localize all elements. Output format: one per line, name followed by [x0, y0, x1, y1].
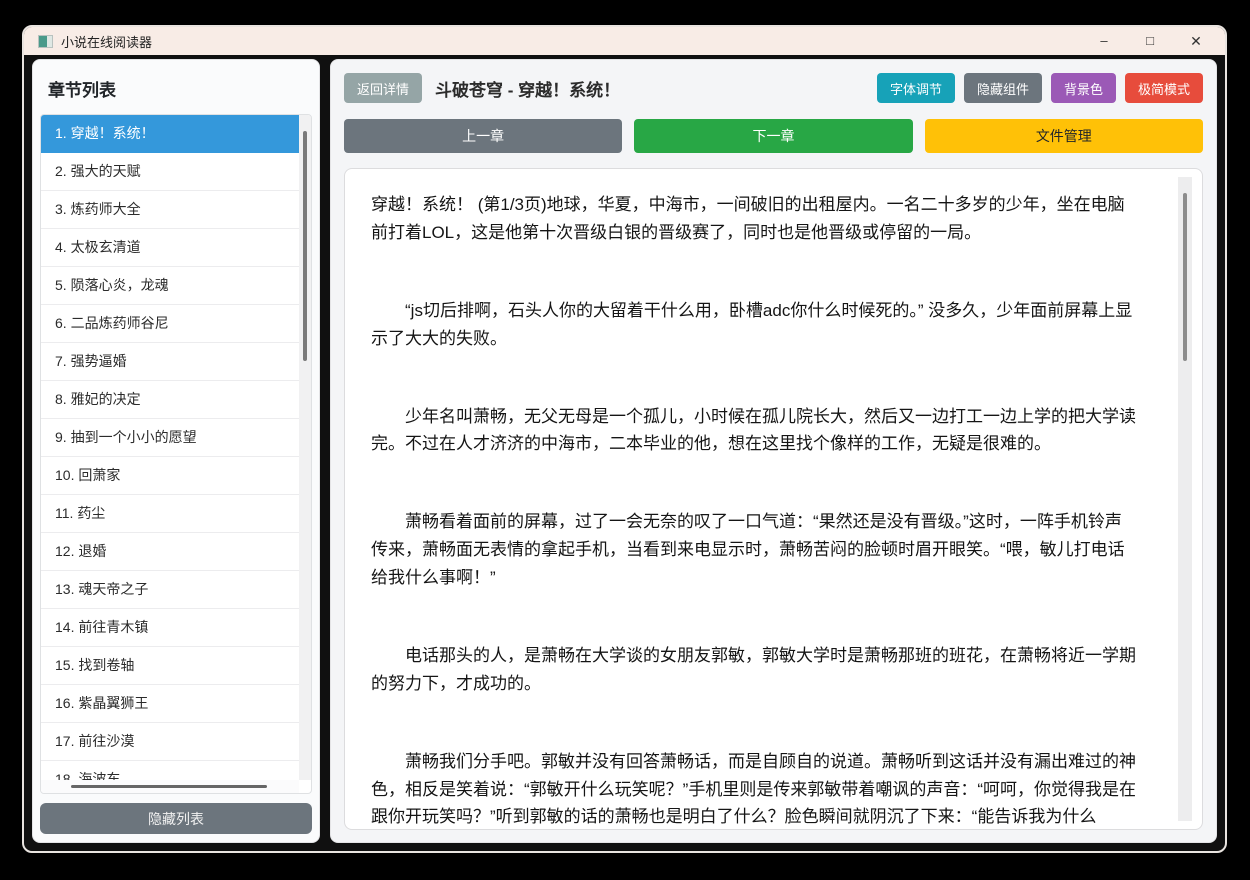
scrollbar-thumb[interactable] — [303, 131, 307, 361]
chapter-item[interactable]: 2. 强大的天赋 — [41, 153, 299, 191]
maximize-button[interactable]: □ — [1127, 27, 1173, 55]
chapter-sidebar: 章节列表 1. 穿越！系统！ 2. 强大的天赋 3. 炼药师大全 4. 太极玄清… — [32, 59, 320, 843]
chapter-paragraph: “js切后排啊，石头人你的大留着干什么用，卧槽adc你什么时候死的。” 没多久，… — [371, 300, 1133, 348]
chapter-text-content: 穿越！系统！ (第1/3页)地球，华夏，中海市，一间破旧的出租屋内。一名二十多岁… — [345, 169, 1202, 829]
chapter-item[interactable]: 11. 药尘 — [41, 495, 299, 533]
chapter-item[interactable]: 10. 回萧家 — [41, 457, 299, 495]
window-controls: – □ ✕ — [1081, 27, 1225, 55]
chapter-item[interactable]: 17. 前往沙漠 — [41, 723, 299, 761]
chapter-paragraph: 萧畅看着面前的屏幕，过了一会无奈的叹了一口气道：“果然还是没有晋级。”这时，一阵… — [371, 512, 1125, 587]
chapter-list-horizontal-scrollbar[interactable] — [41, 780, 299, 793]
background-color-button[interactable]: 背景色 — [1050, 73, 1116, 103]
reader-panel: 返回详情 斗破苍穹 - 穿越！系统！ 字体调节 隐藏组件 背景色 极简模式 上一… — [330, 59, 1217, 843]
chapter-item[interactable]: 3. 炼药师大全 — [41, 191, 299, 229]
chapter-item[interactable]: 1. 穿越！系统！ — [41, 115, 299, 153]
back-to-details-button[interactable]: 返回详情 — [344, 73, 423, 103]
chapter-text-area[interactable]: 穿越！系统！ (第1/3页)地球，华夏，中海市，一间破旧的出租屋内。一名二十多岁… — [344, 168, 1203, 830]
prev-chapter-button[interactable]: 上一章 — [344, 119, 623, 153]
chapter-title: 斗破苍穹 - 穿越！系统！ — [435, 80, 621, 100]
scrollbar-thumb[interactable] — [1183, 193, 1187, 361]
chapter-item[interactable]: 16. 紫晶翼狮王 — [41, 685, 299, 723]
font-adjust-button[interactable]: 字体调节 — [876, 73, 955, 103]
app-body: 章节列表 1. 穿越！系统！ 2. 强大的天赋 3. 炼药师大全 4. 太极玄清… — [24, 55, 1225, 851]
minimize-button[interactable]: – — [1081, 27, 1127, 55]
file-manager-button[interactable]: 文件管理 — [924, 119, 1203, 153]
minimal-mode-button[interactable]: 极简模式 — [1124, 73, 1203, 103]
chapter-list-vertical-scrollbar[interactable] — [299, 115, 311, 780]
chapter-paragraph: 穿越！系统！ (第1/3页)地球，华夏，中海市，一间破旧的出租屋内。一名二十多岁… — [371, 195, 1125, 242]
chapter-nav-row: 上一章 下一章 文件管理 — [344, 119, 1203, 153]
reader-toolbar: 字体调节 隐藏组件 背景色 极简模式 — [876, 73, 1203, 103]
hide-list-button[interactable]: 隐藏列表 — [40, 803, 312, 834]
chapter-paragraph: 少年名叫萧畅，无父无母是一个孤儿，小时候在孤儿院长大，然后又一边打工一边上学的把… — [371, 406, 1136, 454]
chapter-item[interactable]: 14. 前往青木镇 — [41, 609, 299, 647]
chapter-item[interactable]: 15. 找到卷轴 — [41, 647, 299, 685]
next-chapter-button[interactable]: 下一章 — [634, 119, 913, 153]
hide-widgets-button[interactable]: 隐藏组件 — [963, 73, 1042, 103]
reader-header: 返回详情 斗破苍穹 - 穿越！系统！ 字体调节 隐藏组件 背景色 极简模式 — [344, 73, 1203, 103]
chapter-item[interactable]: 8. 雅妃的决定 — [41, 381, 299, 419]
chapter-items: 1. 穿越！系统！ 2. 强大的天赋 3. 炼药师大全 4. 太极玄清道 5. … — [41, 115, 299, 780]
chapter-item[interactable]: 18. 海波东 — [41, 761, 299, 780]
scrollbar-thumb[interactable] — [71, 785, 267, 788]
chapter-item[interactable]: 12. 退婚 — [41, 533, 299, 571]
close-button[interactable]: ✕ — [1173, 27, 1219, 55]
chapter-item[interactable]: 7. 强势逼婚 — [41, 343, 299, 381]
chapter-paragraph: 电话那头的人，是萧畅在大学谈的女朋友郭敏，郭敏大学时是萧畅那班的班花，在萧畅将近… — [371, 645, 1136, 693]
chapter-list: 1. 穿越！系统！ 2. 强大的天赋 3. 炼药师大全 4. 太极玄清道 5. … — [40, 114, 312, 794]
chapter-item[interactable]: 4. 太极玄清道 — [41, 229, 299, 267]
titlebar: 小说在线阅读器 – □ ✕ — [24, 27, 1225, 55]
chapter-list-heading: 章节列表 — [48, 81, 116, 100]
chapter-paragraph: 萧畅我们分手吧。郭敏并没有回答萧畅话，而是自顾自的说道。萧畅听到这话并没有漏出难… — [371, 751, 1136, 827]
chapter-item[interactable]: 13. 魂天帝之子 — [41, 571, 299, 609]
chapter-item[interactable]: 9. 抽到一个小小的愿望 — [41, 419, 299, 457]
app-icon — [38, 34, 53, 48]
chapter-item[interactable]: 6. 二品炼药师谷尼 — [41, 305, 299, 343]
app-window: 小说在线阅读器 – □ ✕ 章节列表 1. 穿越！系统！ 2. 强大的天赋 3.… — [22, 25, 1227, 853]
chapter-item[interactable]: 5. 陨落心炎，龙魂 — [41, 267, 299, 305]
text-vertical-scrollbar[interactable] — [1178, 177, 1192, 821]
window-title: 小说在线阅读器 — [61, 34, 153, 50]
